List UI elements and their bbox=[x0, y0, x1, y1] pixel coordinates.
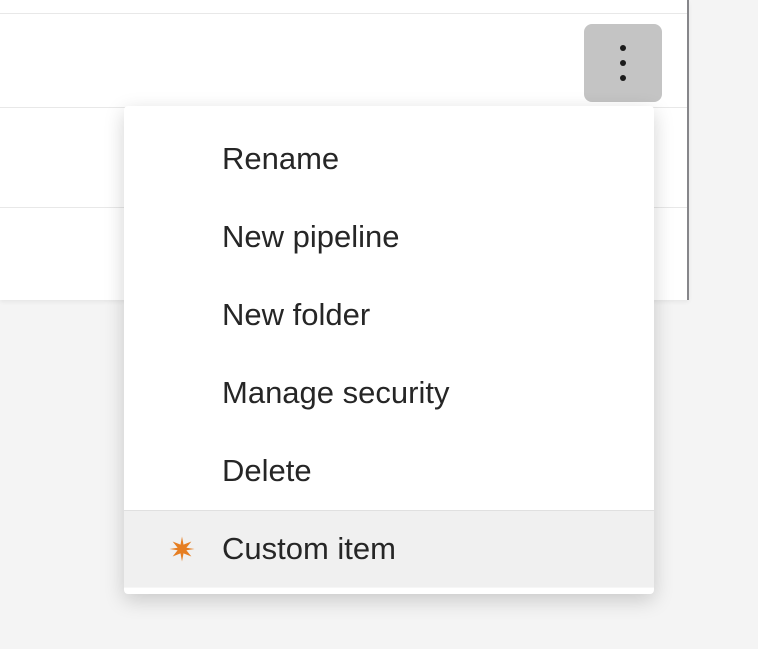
menu-item-label: Rename bbox=[222, 141, 339, 177]
menu-item-delete[interactable]: Delete bbox=[124, 432, 654, 510]
vertical-ellipsis-icon bbox=[620, 45, 626, 81]
menu-item-custom[interactable]: Custom item bbox=[124, 510, 654, 588]
menu-item-rename[interactable]: Rename bbox=[124, 120, 654, 198]
menu-item-label: New pipeline bbox=[222, 219, 400, 255]
more-options-button[interactable] bbox=[584, 24, 662, 102]
menu-item-new-folder[interactable]: New folder bbox=[124, 276, 654, 354]
menu-item-label: Delete bbox=[222, 453, 312, 489]
menu-item-label: Manage security bbox=[222, 375, 449, 411]
asterisk-icon bbox=[162, 529, 202, 569]
panel-row bbox=[0, 14, 687, 108]
panel-row bbox=[0, 0, 687, 14]
menu-item-label: Custom item bbox=[222, 531, 396, 567]
menu-item-label: New folder bbox=[222, 297, 370, 333]
menu-item-new-pipeline[interactable]: New pipeline bbox=[124, 198, 654, 276]
context-menu: Rename New pipeline New folder Manage se… bbox=[124, 106, 654, 594]
menu-item-manage-security[interactable]: Manage security bbox=[124, 354, 654, 432]
